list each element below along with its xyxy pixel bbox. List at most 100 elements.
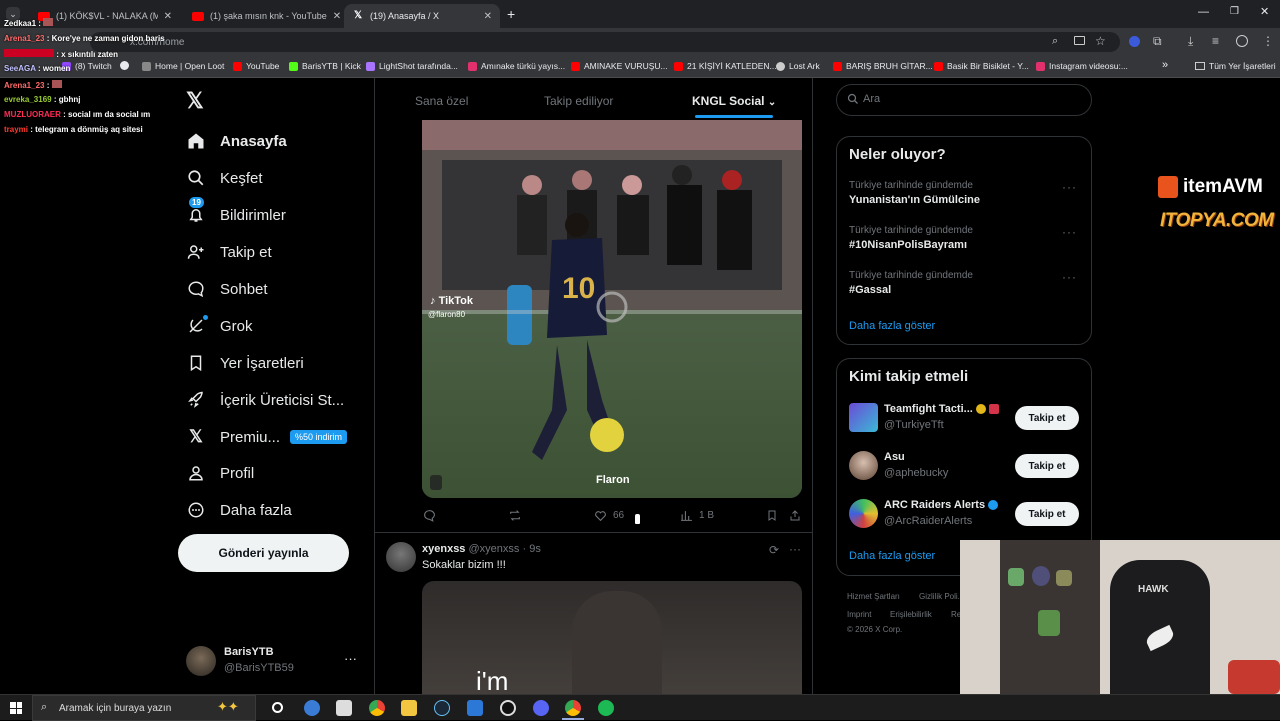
bookmark-item[interactable]: Amınake türkü yayıs... [468,61,565,71]
nav-item-chat[interactable]: Sohbet [186,279,268,299]
close-tab-icon[interactable]: ✕ [164,11,172,22]
suggested-user-avatar[interactable] [849,403,878,432]
follow-button[interactable]: Takip et [1015,406,1079,430]
close-tab-icon[interactable]: ✕ [484,11,492,22]
browser-tab-2[interactable]: (1) şaka mısın knk - YouTube ✕ [184,4,340,28]
bookmark-post-button[interactable] [766,509,778,522]
bookmark-item[interactable]: Basik Bir Bisiklet - Y... [934,61,1029,71]
view-count: 1 B [699,510,715,521]
chrome-icon[interactable] [369,700,385,716]
bookmark-item[interactable]: Instagram videosu:... [1036,61,1128,71]
media-icon[interactable]: ≡ [1212,34,1219,48]
who-show-more[interactable]: Daha fazla göster [849,550,935,562]
bookmarks-overflow[interactable]: » [1162,59,1168,71]
steam-icon[interactable] [434,700,450,716]
nav-item-more[interactable]: Daha fazla [186,500,292,520]
url-field[interactable] [90,32,1120,52]
bookmark-item[interactable] [120,61,129,70]
bookmark-item[interactable]: BARIŞ BRUH GİTAR... [833,61,933,71]
post-time[interactable]: 9s [529,543,541,555]
browser-tab-3[interactable]: 𝕏 (19) Anasayfa / X ✕ [344,4,500,28]
suggested-user-name[interactable]: Asu [884,451,905,463]
trend-more-icon[interactable]: ··· [1062,180,1077,194]
reply-button[interactable] [423,509,436,522]
file-explorer-icon[interactable] [401,700,417,716]
nav-item-home[interactable]: Anasayfa [186,131,287,151]
chrome-active-icon[interactable] [565,700,581,716]
tab-following[interactable]: Takip ediliyor [544,94,613,108]
profile-icon[interactable] [1236,35,1248,47]
x-logo-icon[interactable]: 𝕏 [186,88,204,114]
views-button[interactable]: 1 B [680,509,714,522]
new-tab-button[interactable]: + [507,6,515,22]
cast-icon[interactable] [1074,36,1085,45]
tab-for-you[interactable]: Sana özel [415,94,468,108]
follow-button[interactable]: Takip et [1015,502,1079,526]
store-icon[interactable] [336,700,352,716]
nav-item-grok[interactable]: Grok [186,315,253,336]
footer-link[interactable]: Hizmet Şartları [847,592,900,601]
obs-icon[interactable] [500,700,516,716]
bookmark-item[interactable]: BarisYTB | Kick [289,61,361,71]
post-button[interactable]: Gönderi yayınla [178,534,349,572]
post-video-player[interactable]: 10 ♪ TikTok @flaron80 Flaron [422,120,802,498]
share-button[interactable] [789,509,801,522]
footer-link[interactable]: Erişilebilirlik [890,610,932,619]
nav-item-premium[interactable]: 𝕏 Premiu... %50 indirim [186,427,348,447]
star-bookmark-icon[interactable]: ☆ [1095,34,1106,48]
trend-more-icon[interactable]: ··· [1062,270,1077,284]
follow-button[interactable]: Takip et [1015,454,1079,478]
bookmark-item[interactable]: Lost Ark [776,61,820,71]
nav-item-notifications[interactable]: 19 Bildirimler [186,197,286,225]
post-avatar[interactable] [386,542,416,572]
nav-item-creator-studio[interactable]: İçerik Üreticisi St... [186,390,344,410]
mouse-cursor [634,513,641,525]
taskbar-app-icon[interactable] [304,700,320,716]
task-view-icon[interactable] [272,702,283,713]
nav-item-profile[interactable]: Profil [186,463,254,483]
bookmark-item[interactable]: Home | Open Loot [142,61,224,71]
extension-icon[interactable] [1129,36,1140,47]
minimize-icon[interactable]: — [1198,6,1209,18]
suggested-user-name[interactable]: ARC Raiders Alerts [884,499,999,511]
nav-item-bookmarks[interactable]: Yer İşaretleri [186,353,304,373]
close-window-icon[interactable]: ✕ [1260,5,1269,18]
suggested-user-name[interactable]: Teamfight Tacti... [884,403,999,415]
windows-start-icon[interactable] [10,702,22,714]
search-input[interactable]: Ara [836,84,1092,116]
zoom-icon[interactable]: ⌕ [1052,35,1058,48]
download-icon[interactable]: ⤓ [1188,34,1193,49]
bookmark-item[interactable]: LightShot tarafında... [366,61,458,71]
suggested-user-avatar[interactable] [849,451,878,480]
close-tab-icon[interactable]: ✕ [333,11,340,22]
menu-kebab-icon[interactable]: ⋮ [1262,34,1274,48]
puzzle-icon[interactable]: ⧉ [1153,34,1162,49]
trends-show-more[interactable]: Daha fazla göster [849,320,935,332]
discord-icon[interactable] [533,700,549,716]
restore-icon[interactable]: ❐ [1230,6,1239,17]
footer-link[interactable]: Gizlilik Poli... [919,592,964,601]
taskbar-search-input[interactable]: ⌕ Aramak için buraya yazın ✦✦ [32,695,256,721]
account-switcher[interactable]: BarisYTB @BarisYTB59 ··· [184,643,364,679]
bookmark-item[interactable]: 21 KİŞİYİ KATLEDEN... [674,61,777,71]
nav-item-explore[interactable]: Keşfet [186,168,263,188]
all-bookmarks[interactable]: Tüm Yer İşaretleri [1195,61,1276,71]
nav-item-follow[interactable]: Takip et [186,242,272,262]
taskbar-app-icon[interactable] [467,700,483,716]
post-more-icon[interactable]: ··· [789,542,801,556]
post-author-handle[interactable]: @xyenxss [469,543,520,555]
bookmark-item[interactable]: AMINAKE VURUŞU... [571,61,668,71]
grok-explain-icon[interactable]: ⟳ [769,543,779,557]
suggested-user-avatar[interactable] [849,499,878,528]
post-author-name[interactable]: xyenxss [422,543,465,555]
repost-button[interactable] [508,509,522,522]
chat-line: Arena1_23 : Kore'ye ne zaman gidon baris [4,34,165,43]
tab-kngl-social[interactable]: KNGL Social ⌄ [692,94,776,108]
like-button[interactable]: 66 [594,509,624,522]
post-video-player[interactable]: i'm [422,581,802,694]
bookmark-item[interactable]: YouTube [233,61,279,71]
account-more-icon[interactable]: ··· [344,651,357,666]
spotify-icon[interactable] [598,700,614,716]
trend-more-icon[interactable]: ··· [1062,225,1077,239]
footer-link[interactable]: Imprint [847,610,871,619]
